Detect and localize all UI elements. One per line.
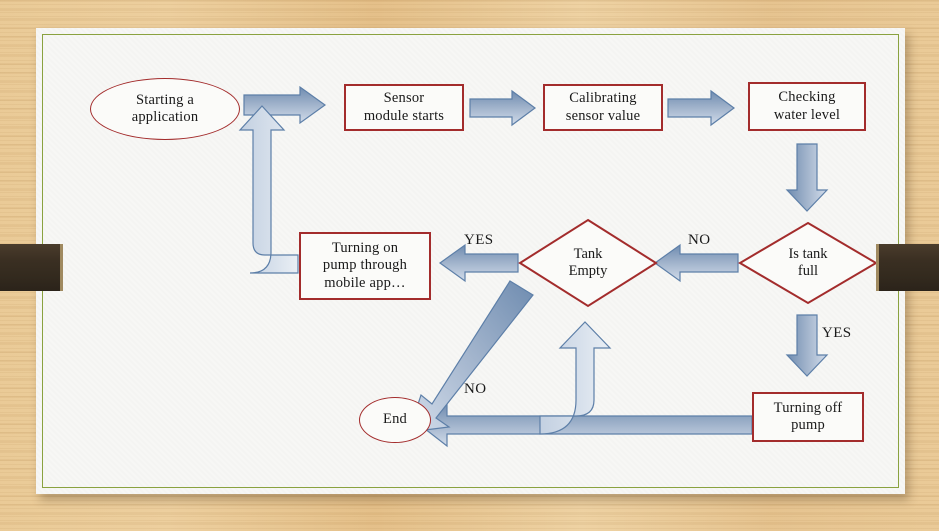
edge-label-no-tankempty: NO <box>464 381 487 397</box>
node-is-tank-full[interactable]: Is tank full <box>738 221 878 305</box>
node-calibrating-sensor-value[interactable]: Calibrating sensor value <box>543 84 663 131</box>
arrow-istankfull-to-tankempty <box>653 243 739 283</box>
node-turning-off-pump[interactable]: Turning off pump <box>752 392 864 442</box>
right-clamp <box>876 244 939 291</box>
node-end[interactable]: End <box>359 397 431 443</box>
node-is-tank-full-label: Is tank full <box>788 245 828 279</box>
node-turnonpump-label: Turning on pump through mobile app… <box>322 240 408 291</box>
node-tank-empty-label: Tank Empty <box>568 245 608 279</box>
arrow-checklevel-to-istankfull <box>785 143 829 212</box>
edge-label-no-tankfull: NO <box>688 232 711 248</box>
node-calibrate-label: Calibrating sensor value <box>565 90 641 124</box>
arrow-sensor-to-calibrate <box>469 89 537 127</box>
arrow-calibrate-to-checklevel <box>667 89 736 127</box>
node-checklevel-label: Checking water level <box>773 89 841 123</box>
arrow-turnonpump-to-sensor <box>238 105 299 274</box>
node-start[interactable]: Starting a application <box>90 78 240 140</box>
node-turning-on-pump[interactable]: Turning on pump through mobile app… <box>299 232 431 300</box>
node-tank-empty[interactable]: Tank Empty <box>518 218 658 308</box>
node-sensor-module-starts[interactable]: Sensor module starts <box>344 84 464 131</box>
node-sensor-label: Sensor module starts <box>363 90 445 124</box>
node-checking-water-level[interactable]: Checking water level <box>748 82 866 131</box>
node-end-label: End <box>383 411 407 428</box>
arrow-tankempty-to-turnonpump <box>438 243 519 283</box>
node-start-label: Starting a application <box>131 91 199 125</box>
edge-label-yes-tankempty: YES <box>464 232 494 248</box>
slide-canvas: Starting a application Sensor module sta… <box>0 0 939 531</box>
arrow-istankfull-to-turnoffpump <box>785 314 829 377</box>
node-turnoffpump-label: Turning off pump <box>773 399 843 433</box>
edge-label-yes-tankfull: YES <box>822 325 852 341</box>
left-clamp <box>0 244 63 291</box>
